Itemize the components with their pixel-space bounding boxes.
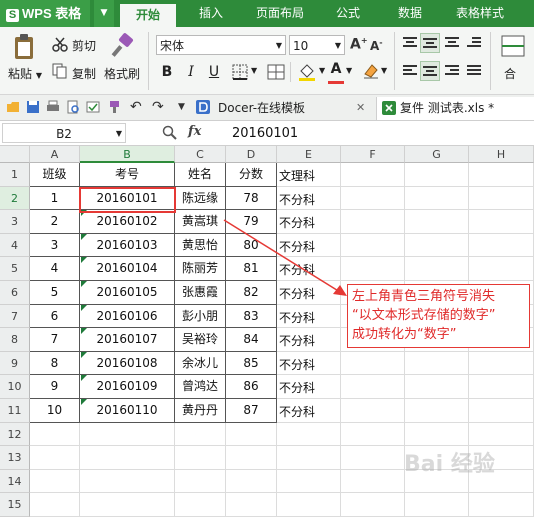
- callout-line-1: 左上角青色三角符号消失: [352, 289, 496, 304]
- annotation-callout: 左上角青色三角符号消失 “以文本形式存储的数字” 成功转化为“数字”: [347, 284, 530, 348]
- callout-line-3: 成功转化为“数字”: [352, 327, 457, 342]
- annotation-layer: [79, 187, 347, 296]
- arrow-head-icon: [333, 285, 347, 296]
- watermark: Bai 经验: [404, 446, 495, 478]
- highlight-box: [79, 187, 176, 213]
- annotation-arrow-line: [223, 219, 341, 293]
- callout-line-2: “以文本形式存储的数字”: [352, 308, 496, 323]
- watermark-text: Bai 经验: [404, 452, 495, 477]
